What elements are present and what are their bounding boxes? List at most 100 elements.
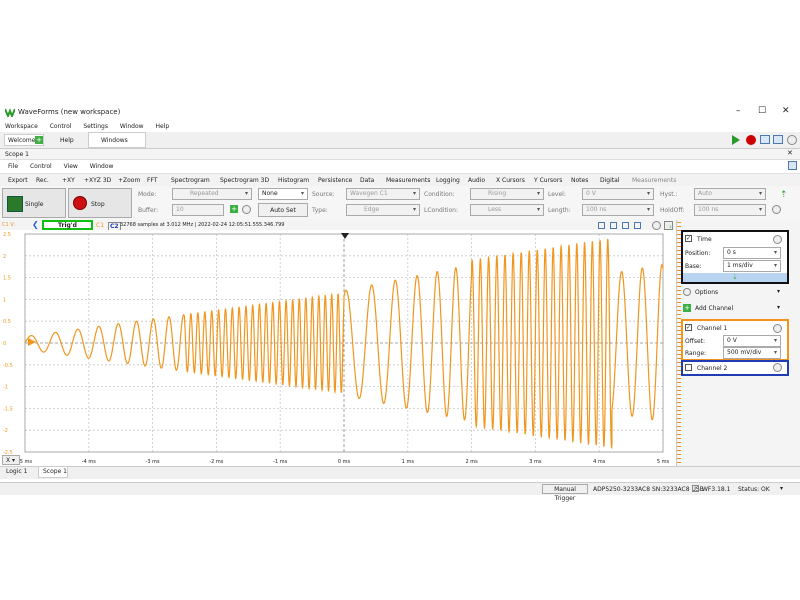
toolbar-fft[interactable]: FFT	[147, 177, 157, 184]
scope-plot[interactable]: 2.521.510.50-0.5-1-1.5-2-2.5 -5 ms -4 ms -…	[0, 230, 676, 466]
autoset-button[interactable]: Auto Set	[258, 203, 308, 217]
menu-window[interactable]: Window	[120, 123, 144, 130]
layout-2-icon[interactable]	[773, 135, 783, 144]
add-buffer-icon[interactable]: +	[230, 205, 238, 213]
tab-help[interactable]: Help	[60, 137, 74, 144]
close-button[interactable]: ✕	[782, 106, 790, 116]
menu-workspace[interactable]: Workspace	[5, 123, 38, 130]
toolbar-x-cursors[interactable]: X Cursors	[496, 177, 525, 184]
stop-button[interactable]: Stop	[68, 188, 132, 218]
scope-menu-window[interactable]: Window	[90, 163, 114, 170]
toolbar-spectrogram[interactable]: Spectrogram	[171, 177, 210, 184]
toolbar-measurements-2[interactable]: Measurements	[632, 177, 676, 184]
version-icon	[692, 485, 699, 492]
trigger-mode-select[interactable]: None ▾	[258, 188, 308, 200]
menu-settings[interactable]: Settings	[83, 123, 108, 130]
toolbar-audio[interactable]: Audio	[468, 177, 485, 184]
range-field[interactable]: 500 mV/div ▾	[723, 347, 781, 359]
holdoff-field[interactable]: 100 ns ▾	[694, 204, 766, 216]
channel-1-settings-icon[interactable]	[773, 324, 782, 333]
length-field[interactable]: 100 ns ▾	[582, 204, 654, 216]
maximize-button[interactable]: ☐	[758, 106, 766, 116]
time-group: ✓ Time Position: 0 s ▾ Base: 1 ms/div ▾ ⇣	[681, 230, 789, 284]
buffer-settings-icon[interactable]	[242, 205, 251, 214]
hyst-field[interactable]: Auto ▾	[694, 188, 766, 200]
bottom-tab-logic[interactable]: Logic 1	[6, 468, 27, 478]
toolbar-logging[interactable]: Logging	[436, 177, 460, 184]
layout-icon[interactable]	[760, 135, 770, 144]
channel-2-checkbox[interactable]	[685, 364, 692, 371]
toolbar-xyz3d[interactable]: +XYZ 3D	[84, 177, 111, 184]
options-row[interactable]: Options ▾	[681, 286, 785, 298]
zoom-y-icon[interactable]	[622, 222, 629, 229]
back-icon[interactable]: ❮	[32, 220, 39, 229]
scope-layout-icon[interactable]	[788, 161, 797, 170]
menu-control[interactable]: Control	[50, 123, 72, 130]
time-collapse-bar[interactable]: ⇣	[683, 273, 787, 282]
channel-1-checkbox[interactable]: ✓	[685, 324, 692, 331]
zoom-icon[interactable]	[598, 222, 605, 229]
lcondition-select[interactable]: Less ▾	[470, 204, 544, 216]
single-button[interactable]: Single	[2, 188, 66, 218]
toolbar-persistence[interactable]: Persistence	[318, 177, 352, 184]
y-tick-label: 2	[3, 254, 6, 260]
time-checkbox[interactable]: ✓	[685, 235, 692, 242]
add-channel-row[interactable]: + Add Channel ▾	[681, 302, 785, 314]
x-tick-label: 5 ms	[657, 459, 670, 465]
zoom-x-icon[interactable]	[610, 222, 617, 229]
source-select[interactable]: Wavegen C1 ▾	[346, 188, 420, 200]
toolbar-measurements[interactable]: Measurements	[386, 177, 430, 184]
scope-menu-file[interactable]: File	[8, 163, 18, 170]
add-channel-chevron-icon: ▾	[777, 304, 781, 311]
tab-welcome[interactable]: Welcome +	[4, 134, 44, 146]
toolbar-digital[interactable]: Digital	[600, 177, 619, 184]
base-field[interactable]: 1 ms/div ▾	[723, 260, 781, 272]
level-field[interactable]: 0 V ▾	[582, 188, 654, 200]
arrow-up-icon[interactable]: ⇡	[780, 190, 788, 200]
toolbar-notes[interactable]: Notes	[571, 177, 588, 184]
position-field[interactable]: 0 s ▾	[723, 247, 781, 259]
add-channel-icon: +	[683, 304, 691, 312]
offset-field[interactable]: 0 V ▾	[723, 335, 781, 347]
main-menu: Workspace Control Settings Window Help	[5, 123, 179, 130]
toolbar-data[interactable]: Data	[360, 177, 374, 184]
manual-trigger-button[interactable]: Manual Trigger	[542, 484, 588, 502]
toolbar-export[interactable]: Export	[8, 177, 28, 184]
version-text[interactable]: WF3.18.1	[702, 486, 730, 493]
add-icon[interactable]: +	[35, 136, 43, 144]
y-tick-label: -2	[3, 428, 8, 434]
condition-select[interactable]: Rising ▾	[470, 188, 544, 200]
bottom-tab-scope[interactable]: Scope 1	[38, 467, 68, 478]
scope-menu-control[interactable]: Control	[30, 163, 52, 170]
chevron-down-icon: ▾	[536, 190, 540, 197]
toolbar-zoom[interactable]: +Zoom	[118, 177, 140, 184]
toolbar-spectrogram-3d[interactable]: Spectrogram 3D	[220, 177, 269, 184]
menu-help[interactable]: Help	[155, 123, 169, 130]
scroll-right-icon[interactable]: ›	[669, 223, 672, 231]
toolbar-rec[interactable]: Rec.	[36, 177, 49, 184]
scope-close-button[interactable]: ✕	[787, 149, 793, 157]
settings-icon[interactable]	[787, 135, 797, 145]
toolbar-y-cursors[interactable]: Y Cursors	[534, 177, 562, 184]
type-select[interactable]: Edge ▾	[346, 204, 420, 216]
status-text[interactable]: Status: OK	[738, 486, 770, 493]
minimize-button[interactable]: –	[736, 106, 741, 116]
position-value: 0 s	[727, 249, 736, 256]
run-all-icon[interactable]	[732, 135, 740, 145]
tab-windows[interactable]: Windows	[88, 132, 146, 148]
channel-2-settings-icon[interactable]	[773, 363, 782, 372]
trigger-settings-icon[interactable]	[772, 205, 781, 214]
toolbar-histogram[interactable]: Histogram	[278, 177, 309, 184]
buffer-field[interactable]: 10	[172, 204, 224, 216]
mode-select[interactable]: Repeated ▾	[172, 188, 252, 200]
zoom-fit-icon[interactable]	[634, 222, 641, 229]
stop-all-icon[interactable]	[746, 135, 756, 145]
chevron-down-icon: ▾	[758, 190, 762, 197]
x-reset-button[interactable]: X ▾	[2, 455, 20, 465]
base-value: 1 ms/div	[727, 262, 753, 269]
time-settings-icon[interactable]	[773, 235, 782, 244]
device-info[interactable]: ADP5250-3233AC8 SN:3233AC8 USB	[593, 486, 704, 493]
plot-settings-icon[interactable]	[652, 221, 661, 230]
scope-menu-view[interactable]: View	[64, 163, 78, 170]
toolbar-xy[interactable]: +XY	[62, 177, 75, 184]
